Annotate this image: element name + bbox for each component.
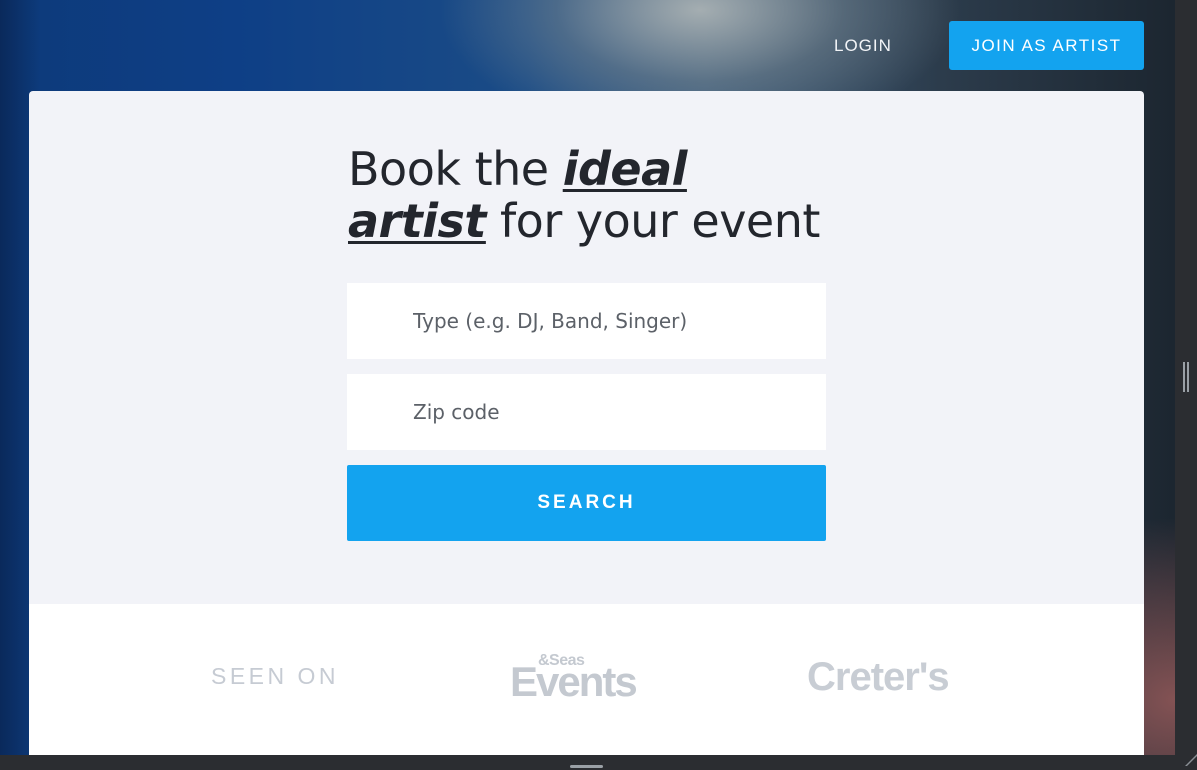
join-as-artist-button[interactable]: JOIN AS ARTIST <box>949 21 1144 70</box>
headline-emphasis-artist: artist <box>348 194 486 248</box>
login-link[interactable]: LOGIN <box>834 36 892 56</box>
headline-emphasis-ideal: ideal <box>562 142 688 196</box>
seen-on-label: SEEN ON <box>211 663 340 689</box>
creters-logo: Creter's <box>807 655 950 699</box>
headline-text-1: Book the <box>348 142 563 196</box>
page-title: Book the ideal artist for your event <box>348 143 868 247</box>
artist-type-input[interactable] <box>347 283 826 359</box>
vertical-resize-handle[interactable] <box>1183 362 1189 392</box>
events-logo: &Seas Events <box>510 652 638 705</box>
zip-code-input[interactable] <box>347 374 826 450</box>
horizontal-resize-handle[interactable] <box>570 765 603 768</box>
events-logo-text: Events <box>510 658 638 705</box>
headline-text-2: for your event <box>485 194 820 248</box>
search-button[interactable]: SEARCH <box>347 465 826 541</box>
